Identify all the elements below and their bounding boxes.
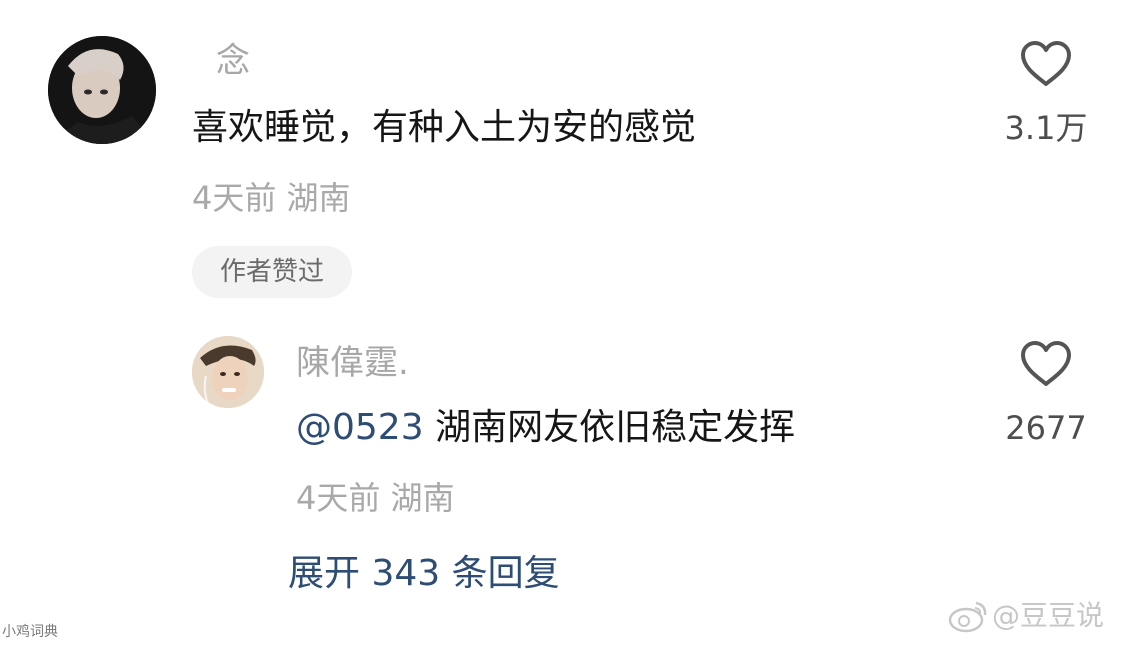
- comment-text: 喜欢睡觉，有种入土为安的感觉: [192, 107, 697, 148]
- comment-like-button[interactable]: 3.1万: [996, 40, 1096, 144]
- expand-replies-link[interactable]: 展开 343 条回复: [288, 556, 560, 592]
- comment-like-count: 3.1万: [1004, 109, 1088, 147]
- avatar-main-commenter[interactable]: [48, 36, 156, 144]
- heart-outline-icon: [1021, 341, 1071, 386]
- heart-outline-icon: [1021, 41, 1071, 86]
- commenter-username[interactable]: 念: [216, 44, 250, 78]
- watermark-left: 小鸡词典: [2, 624, 58, 640]
- avatar-reply-commenter[interactable]: [192, 336, 264, 408]
- reply-username[interactable]: 陳偉霆.: [296, 346, 409, 380]
- watermark-right: @豆豆说: [948, 598, 1104, 634]
- avatar-image: [192, 336, 264, 408]
- reply-text-body: 湖南网友依旧稳定发挥: [423, 407, 796, 448]
- reply-mention-link[interactable]: @0523: [296, 407, 424, 448]
- reply-like-count: 2677: [1005, 409, 1087, 447]
- weibo-logo-icon: [948, 601, 987, 633]
- reply-text: @0523 湖南网友依旧稳定发挥: [296, 410, 795, 446]
- avatar-image: [48, 36, 156, 144]
- reply-like-button[interactable]: 2677: [996, 340, 1096, 444]
- watermark-right-text: @豆豆说: [992, 599, 1105, 632]
- comment-meta: 4天前 湖南: [192, 179, 351, 217]
- author-liked-badge: 作者赞过: [192, 246, 352, 298]
- reply-meta: 4天前 湖南: [296, 479, 455, 517]
